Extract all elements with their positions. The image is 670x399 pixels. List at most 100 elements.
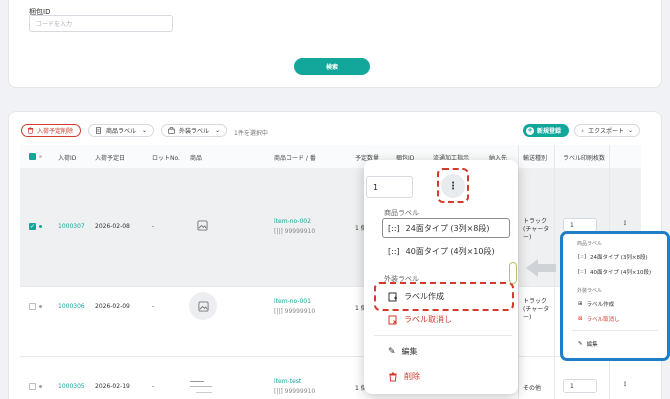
lot-no: - xyxy=(152,303,155,310)
row-checkbox[interactable] xyxy=(29,303,36,310)
image-placeholder-icon xyxy=(197,220,208,231)
row-checkbox[interactable] xyxy=(29,383,36,390)
product-label-dropdown[interactable]: 商品ラベル ⌄ xyxy=(88,124,154,137)
column-header-lot: ロットNo. xyxy=(152,155,180,162)
status-dot-icon xyxy=(39,385,42,388)
mini-menu-highlight xyxy=(560,231,670,361)
new-register-button[interactable]: + 新規登録 xyxy=(523,124,569,137)
popup-product-section: 商品ラベル xyxy=(384,209,419,217)
label-layout-icon: [::] xyxy=(578,269,586,275)
row-menu-icon[interactable]: ⋮ xyxy=(622,220,628,227)
product-thumbnail xyxy=(186,373,220,399)
label-count-input[interactable]: 1 xyxy=(563,379,597,393)
popup-edit-label: 編集 xyxy=(401,347,418,356)
popup-delete-label: 削除 xyxy=(404,372,420,381)
inbound-date: 2026-02-08 xyxy=(95,223,130,230)
popup-delete[interactable]: 削除 xyxy=(388,371,420,382)
column-header-label-count: ラベル印刷枚数 xyxy=(563,155,606,162)
download-icon xyxy=(581,129,584,132)
popup-edit[interactable]: ✎ 編集 xyxy=(388,346,418,357)
product-thumbnail xyxy=(189,292,217,320)
barcode-value: [||] 99999910 xyxy=(274,228,315,235)
column-header-product-code: 商品コード / 番 xyxy=(274,155,316,162)
outer-label-dropdown-label: 外装ラベル xyxy=(179,128,210,135)
label-layout-icon: [::] xyxy=(388,247,400,256)
popup-option-40[interactable]: [::] 40面タイプ (4列×10段) xyxy=(388,246,495,257)
mini-product-section: 商品ラベル xyxy=(577,241,603,247)
transport-type: トラック(チャーター) xyxy=(523,218,550,241)
mini-cancel-label[interactable]: ⊠ ラベル取消し xyxy=(578,315,620,323)
barcode-text: 99999910 xyxy=(284,388,316,395)
product-code-link[interactable]: item-no-001 xyxy=(274,298,311,305)
plus-icon: + xyxy=(526,126,534,135)
status-dot-icon xyxy=(39,155,42,158)
popup-option-24[interactable]: [::] 24面タイプ (3列×8段) xyxy=(382,218,510,238)
popup-option-40-label: 40面タイプ (4列×10段) xyxy=(405,247,495,256)
search-button[interactable]: 検索 xyxy=(294,58,370,75)
status-dot-icon xyxy=(39,305,42,308)
chevron-down-icon: ⌄ xyxy=(214,127,220,134)
barcode-text: 99999910 xyxy=(284,228,316,235)
chevron-down-icon: ⌄ xyxy=(627,127,633,134)
lot-no: - xyxy=(152,383,155,390)
image-placeholder-icon xyxy=(197,300,209,312)
label-count-input[interactable]: 1 xyxy=(563,218,597,232)
row-menu-icon[interactable]: ⋮ xyxy=(622,381,628,388)
popup-option-24-label: 24面タイプ (3列×8段) xyxy=(405,223,490,233)
product-label-dropdown-label: 商品ラベル xyxy=(106,128,137,135)
select-all-checkbox[interactable] xyxy=(29,153,36,160)
popup-cancel-label-text: ラベル取消し xyxy=(404,315,452,324)
column-header-date: 入荷予定日 xyxy=(95,155,126,162)
create-label-highlight xyxy=(374,282,514,311)
box-icon xyxy=(168,127,175,134)
mini-edit[interactable]: ✎ 編集 xyxy=(578,340,598,348)
status-dot-icon xyxy=(39,225,42,228)
kebab-highlight xyxy=(437,168,469,203)
inbound-id-link[interactable]: 1000306 xyxy=(58,303,85,310)
package-id-input[interactable]: コードを入力 xyxy=(29,15,173,32)
barcode-icon: [||] xyxy=(274,388,283,395)
barcode-text: 99999910 xyxy=(284,308,316,315)
transport-type: トラック(チャーター) xyxy=(523,298,550,321)
edge-badge xyxy=(509,262,517,284)
label-cancel-icon xyxy=(388,315,397,324)
barcode-value: [||] 99999910 xyxy=(274,388,315,395)
product-code-link[interactable]: item-no-002 xyxy=(274,218,311,225)
new-register-label: 新規登録 xyxy=(537,128,562,135)
chevron-down-icon: ⌄ xyxy=(141,127,147,134)
barcode-icon: [||] xyxy=(274,228,283,235)
label-layout-icon: [::] xyxy=(388,223,400,233)
popup-quantity-input[interactable]: 1 xyxy=(366,176,413,198)
mini-option-24[interactable]: [::] 24面タイプ (3列×8段) xyxy=(578,253,648,261)
arrow-left-icon xyxy=(526,259,556,277)
mini-option-24-label: 24面タイプ (3列×8段) xyxy=(590,255,648,261)
mini-option-40[interactable]: [::] 40面タイプ (4列×10段) xyxy=(578,268,651,276)
mini-option-40-label: 40面タイプ (4列×10段) xyxy=(590,270,652,276)
pencil-icon: ✎ xyxy=(578,341,583,347)
document-icon xyxy=(96,127,101,134)
popup-cancel-label[interactable]: ラベル取消し xyxy=(388,314,452,325)
barcode-value: [||] 99999910 xyxy=(274,308,315,315)
column-header-product: 商品 xyxy=(190,155,203,162)
mini-create-label[interactable]: ⊞ ラベル作成 xyxy=(578,300,614,308)
mini-outer-section: 外装ラベル xyxy=(577,288,603,294)
column-header-inbound-id: 入荷ID xyxy=(58,155,77,162)
pencil-icon: ✎ xyxy=(388,346,396,357)
product-code-link[interactable]: item-test xyxy=(274,378,301,385)
delete-inbound-button[interactable]: 入荷予定削除 xyxy=(21,124,81,137)
label-create-icon: ⊞ xyxy=(578,301,583,307)
delete-inbound-label: 入荷予定削除 xyxy=(37,128,74,135)
search-card: 梱包ID コードを入力 検索 xyxy=(8,0,662,88)
export-dropdown[interactable]: エクスポート ⌄ xyxy=(574,124,640,137)
inbound-id-link[interactable]: 1000307 xyxy=(58,223,85,230)
export-label: エクスポート xyxy=(588,128,624,135)
column-header-transport: 輸送種別 xyxy=(523,155,548,162)
label-layout-icon: [::] xyxy=(578,254,586,260)
row-checkbox[interactable]: ✓ xyxy=(29,223,36,230)
outer-label-dropdown[interactable]: 外装ラベル ⌄ xyxy=(161,124,227,137)
inbound-date: 2026-02-19 xyxy=(95,383,130,390)
selected-count: 1件を選択中 xyxy=(234,130,268,137)
inbound-id-link[interactable]: 1000305 xyxy=(58,383,85,390)
transport-type: その他 xyxy=(523,385,542,392)
mini-cancel-label-text: ラベル取消し xyxy=(586,317,620,323)
